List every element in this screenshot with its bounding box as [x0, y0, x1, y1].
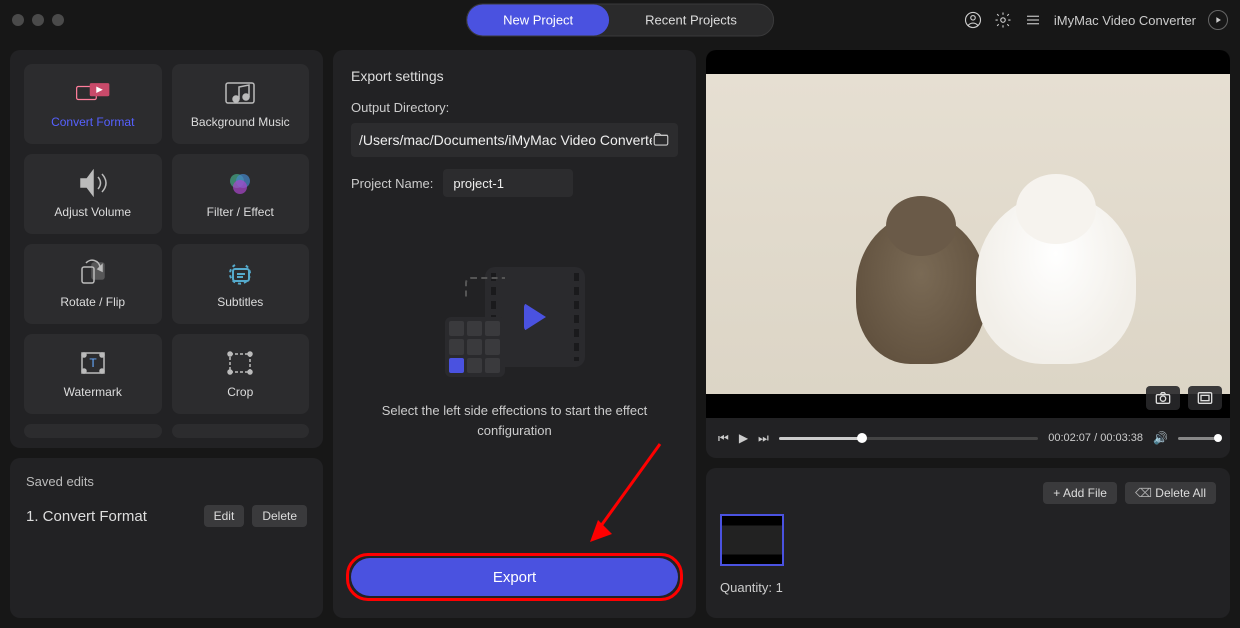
tools-grid: Convert Format Background Music Adjust V…	[10, 50, 323, 448]
video-preview[interactable]	[706, 50, 1230, 418]
annotation-arrow	[580, 438, 670, 548]
tool-label: Crop	[227, 385, 253, 399]
sidebar: Convert Format Background Music Adjust V…	[10, 50, 323, 618]
quantity-label: Quantity: 1	[720, 580, 1216, 595]
app-badge-icon[interactable]	[1208, 10, 1228, 30]
tool-subtitles[interactable]: Subtitles	[172, 244, 310, 324]
output-directory-label: Output Directory:	[351, 100, 678, 115]
crop-icon	[222, 349, 258, 377]
snapshot-icon[interactable]	[1146, 386, 1180, 410]
filter-effect-icon	[222, 169, 258, 197]
titlebar: New Project Recent Projects iMyMac Video…	[0, 0, 1240, 40]
close-window[interactable]	[12, 14, 24, 26]
tool-filter-effect[interactable]: Filter / Effect	[172, 154, 310, 234]
tool-label: Subtitles	[217, 295, 263, 309]
tool-more[interactable]	[24, 424, 162, 438]
tool-more[interactable]	[172, 424, 310, 438]
tool-crop[interactable]: Crop	[172, 334, 310, 414]
saved-edits-panel: Saved edits 1. Convert Format Edit Delet…	[10, 458, 323, 618]
export-button[interactable]: Export	[351, 558, 678, 596]
seek-slider[interactable]	[779, 437, 1038, 440]
tool-convert-format[interactable]: Convert Format	[24, 64, 162, 144]
tool-label: Filter / Effect	[207, 205, 274, 219]
saved-edit-row: 1. Convert Format Edit Delete	[26, 505, 307, 527]
transport-bar: ⏮ ▶ ⏭ 00:02:07 / 00:03:38 🔊	[706, 418, 1230, 458]
delete-all-button[interactable]: ⌫ Delete All	[1125, 482, 1216, 504]
tool-label: Background Music	[191, 115, 290, 129]
preview-content	[976, 194, 1136, 364]
file-list-actions: + Add File ⌫ Delete All	[720, 482, 1216, 504]
saved-edit-label: 1. Convert Format	[26, 508, 196, 525]
preview-overlay-buttons	[1146, 386, 1222, 410]
volume-icon[interactable]: 🔊	[1153, 431, 1168, 445]
forward-icon[interactable]: ⏭	[758, 431, 769, 446]
tool-rotate-flip[interactable]: Rotate / Flip	[24, 244, 162, 324]
menu-icon[interactable]	[1024, 11, 1042, 29]
output-directory-value: /Users/mac/Documents/iMyMac Video Conver…	[359, 132, 652, 148]
project-name-input[interactable]	[443, 169, 573, 197]
main: Convert Format Background Music Adjust V…	[0, 40, 1240, 628]
output-directory-field[interactable]: /Users/mac/Documents/iMyMac Video Conver…	[351, 123, 678, 157]
project-name-label: Project Name:	[351, 176, 433, 191]
preview-panel: ⏮ ▶ ⏭ 00:02:07 / 00:03:38 🔊	[706, 50, 1230, 458]
tool-watermark[interactable]: T Watermark	[24, 334, 162, 414]
video-frame-image	[706, 74, 1230, 394]
configuration-hint: Select the left side effections to start…	[351, 401, 678, 440]
browse-folder-icon[interactable]	[652, 130, 670, 151]
tool-adjust-volume[interactable]: Adjust Volume	[24, 154, 162, 234]
file-thumbnail[interactable]	[720, 514, 784, 566]
right-column: ⏮ ▶ ⏭ 00:02:07 / 00:03:38 🔊 + Add File ⌫…	[706, 50, 1230, 618]
convert-format-icon	[75, 79, 111, 107]
project-tabs: New Project Recent Projects	[466, 4, 774, 37]
preview-content	[856, 214, 986, 364]
tab-new-project[interactable]: New Project	[467, 5, 609, 36]
tool-label: Convert Format	[51, 115, 134, 129]
export-settings-heading: Export settings	[351, 68, 678, 84]
tool-label: Adjust Volume	[54, 205, 131, 219]
settings-icon[interactable]	[994, 11, 1012, 29]
background-music-icon	[222, 79, 258, 107]
tool-label: Watermark	[64, 385, 122, 399]
add-file-button[interactable]: + Add File	[1043, 482, 1117, 504]
window-controls	[12, 14, 64, 26]
play-icon[interactable]: ▶	[739, 431, 748, 445]
volume-slider[interactable]	[1178, 437, 1218, 440]
project-name-row: Project Name:	[351, 169, 678, 197]
watermark-icon: T	[75, 349, 111, 377]
rotate-flip-icon	[75, 259, 111, 287]
maximize-window[interactable]	[52, 14, 64, 26]
placeholder-illustration	[445, 267, 585, 377]
rewind-icon[interactable]: ⏮	[718, 431, 729, 446]
tool-label: Rotate / Flip	[60, 295, 125, 309]
adjust-volume-icon	[75, 169, 111, 197]
tool-background-music[interactable]: Background Music	[172, 64, 310, 144]
export-button-wrap: Export	[351, 558, 678, 600]
fullscreen-icon[interactable]	[1188, 386, 1222, 410]
tools-panel: Convert Format Background Music Adjust V…	[10, 50, 323, 448]
saved-edits-title: Saved edits	[26, 474, 307, 489]
file-list-panel: + Add File ⌫ Delete All Quantity: 1	[706, 468, 1230, 618]
app-name: iMyMac Video Converter	[1054, 13, 1196, 28]
svg-text:T: T	[89, 356, 97, 370]
account-icon[interactable]	[964, 11, 982, 29]
edit-button[interactable]: Edit	[204, 505, 245, 527]
export-settings-panel: Export settings Output Directory: /Users…	[333, 50, 696, 618]
minimize-window[interactable]	[32, 14, 44, 26]
titlebar-right: iMyMac Video Converter	[964, 10, 1228, 30]
subtitles-icon	[222, 259, 258, 287]
time-display: 00:02:07 / 00:03:38	[1048, 432, 1143, 444]
delete-button[interactable]: Delete	[252, 505, 307, 527]
tab-recent-projects[interactable]: Recent Projects	[609, 5, 773, 36]
